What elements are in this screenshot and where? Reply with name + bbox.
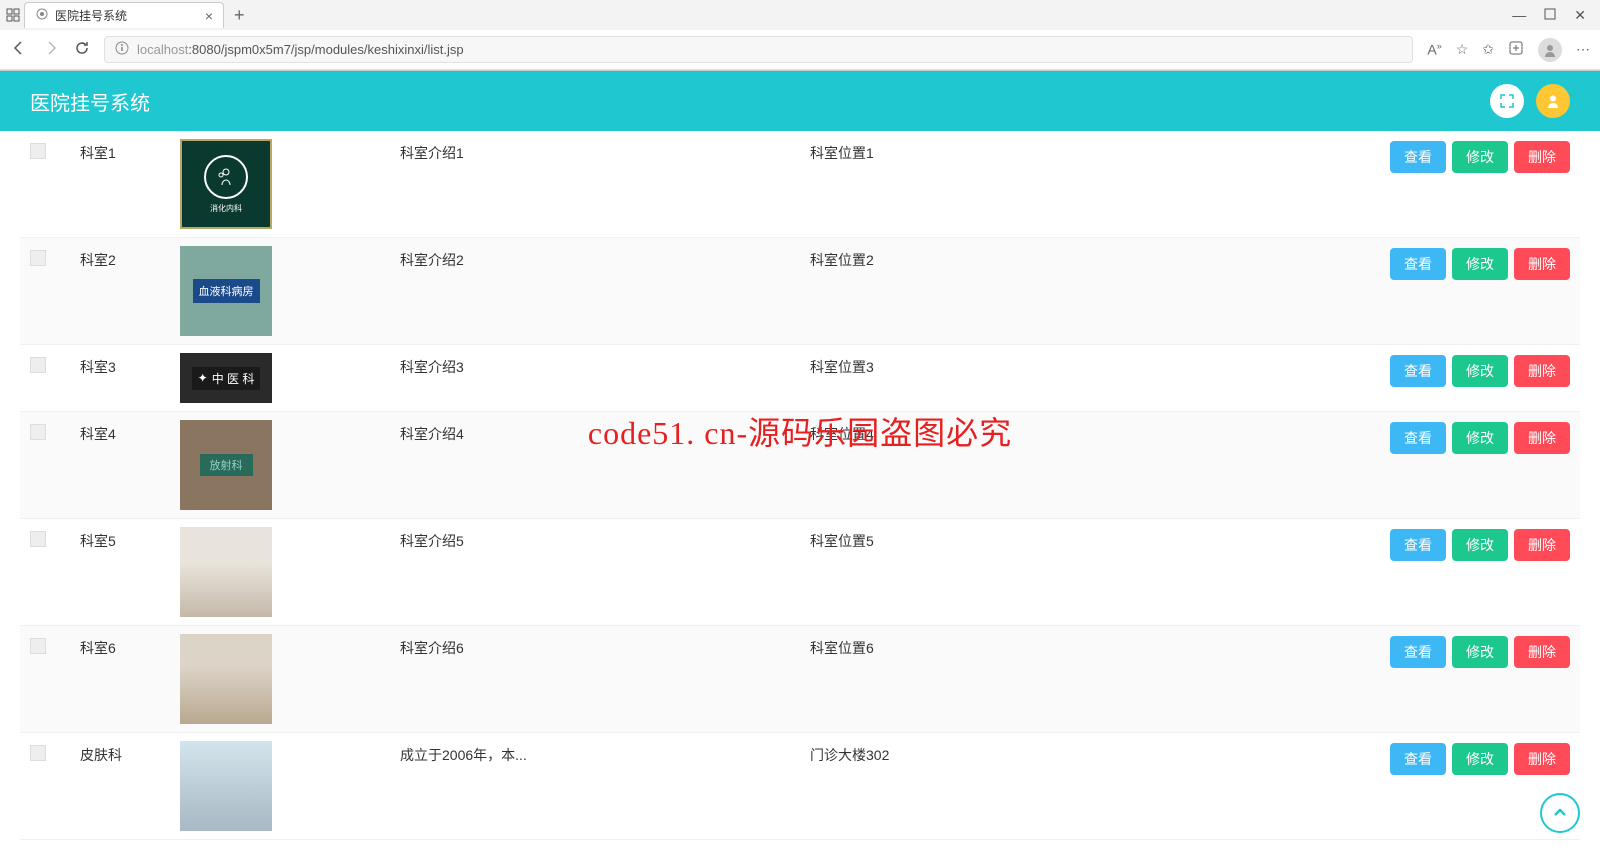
dept-location: 门诊大楼302 xyxy=(810,741,1200,765)
url-path: :8080/jspm0x5m7/jsp/modules/keshixinxi/l… xyxy=(188,42,463,57)
more-icon[interactable]: ⋯ xyxy=(1576,41,1590,58)
edit-button[interactable]: 修改 xyxy=(1452,248,1508,280)
browser-chrome: 医院挂号系统 × + — ✕ localhost:8080/jspm0x5m7/… xyxy=(0,0,1600,71)
dept-name: 科室5 xyxy=(80,527,180,551)
favorites-bar-icon[interactable]: ✩ xyxy=(1482,41,1494,58)
url-right-icons: A» ☆ ✩ ⋯ xyxy=(1427,38,1590,62)
maximize-icon[interactable] xyxy=(1544,7,1556,24)
user-menu-button[interactable] xyxy=(1536,84,1570,118)
view-button[interactable]: 查看 xyxy=(1390,422,1446,454)
browser-tab-bar: 医院挂号系统 × + — ✕ xyxy=(0,0,1600,30)
dept-location: 科室位置6 xyxy=(810,634,1200,658)
table-row: 科室3 ✦中 医 科 科室介绍3 科室位置3 查看 修改 删除 xyxy=(20,345,1580,412)
view-button[interactable]: 查看 xyxy=(1390,141,1446,173)
dept-thumbnail xyxy=(180,741,272,831)
table-row: 科室6 科室介绍6 科室位置6 查看 修改 删除 xyxy=(20,626,1580,733)
row-checkbox[interactable] xyxy=(30,531,46,547)
delete-button[interactable]: 删除 xyxy=(1514,743,1570,775)
new-tab-button[interactable]: + xyxy=(226,5,253,26)
row-checkbox[interactable] xyxy=(30,745,46,761)
tab-title: 医院挂号系统 xyxy=(55,7,127,24)
dept-intro: 科室介绍2 xyxy=(400,246,810,270)
close-icon[interactable]: × xyxy=(205,8,213,24)
dept-intro: 科室介绍4 xyxy=(400,420,810,444)
edit-button[interactable]: 修改 xyxy=(1452,743,1508,775)
dept-name: 科室6 xyxy=(80,634,180,658)
edit-button[interactable]: 修改 xyxy=(1452,529,1508,561)
collections-icon[interactable] xyxy=(1508,40,1524,59)
edit-button[interactable]: 修改 xyxy=(1452,141,1508,173)
view-button[interactable]: 查看 xyxy=(1390,248,1446,280)
app-header: 医院挂号系统 xyxy=(0,71,1600,131)
row-checkbox[interactable] xyxy=(30,638,46,654)
url-input[interactable]: localhost:8080/jspm0x5m7/jsp/modules/kes… xyxy=(104,36,1413,63)
browser-tab[interactable]: 医院挂号系统 × xyxy=(24,2,224,28)
forward-icon xyxy=(42,39,60,60)
dept-location: 科室位置2 xyxy=(810,246,1200,270)
profile-icon[interactable] xyxy=(1538,38,1562,62)
edit-button[interactable]: 修改 xyxy=(1452,422,1508,454)
delete-button[interactable]: 删除 xyxy=(1514,355,1570,387)
tab-overview-icon[interactable] xyxy=(4,6,22,24)
site-info-icon[interactable] xyxy=(115,41,129,58)
table-row: 科室5 科室介绍5 科室位置5 查看 修改 删除 xyxy=(20,519,1580,626)
view-button[interactable]: 查看 xyxy=(1390,355,1446,387)
row-checkbox[interactable] xyxy=(30,143,46,159)
favorite-icon[interactable]: ☆ xyxy=(1456,41,1469,58)
app-title: 医院挂号系统 xyxy=(30,87,150,116)
browser-url-bar: localhost:8080/jspm0x5m7/jsp/modules/kes… xyxy=(0,30,1600,70)
edit-button[interactable]: 修改 xyxy=(1452,636,1508,668)
delete-button[interactable]: 删除 xyxy=(1514,248,1570,280)
dept-name: 科室4 xyxy=(80,420,180,444)
table-row: 科室2 血液科病房 科室介绍2 科室位置2 查看 修改 删除 xyxy=(20,238,1580,345)
view-button[interactable]: 查看 xyxy=(1390,743,1446,775)
dept-name: 皮肤科 xyxy=(80,741,180,765)
read-aloud-icon[interactable]: A» xyxy=(1427,41,1441,58)
dept-thumbnail xyxy=(180,634,272,724)
dept-location: 科室位置4 xyxy=(810,420,1200,444)
fullscreen-button[interactable] xyxy=(1490,84,1524,118)
dept-intro: 科室介绍3 xyxy=(400,353,810,377)
refresh-icon[interactable] xyxy=(74,40,90,59)
delete-button[interactable]: 删除 xyxy=(1514,529,1570,561)
delete-button[interactable]: 删除 xyxy=(1514,636,1570,668)
delete-button[interactable]: 删除 xyxy=(1514,141,1570,173)
row-checkbox[interactable] xyxy=(30,424,46,440)
delete-button[interactable]: 删除 xyxy=(1514,422,1570,454)
dept-thumbnail: 消化内科 xyxy=(180,139,272,229)
table-row: 科室1 消化内科 科室介绍1 科室位置1 查看 修改 删除 xyxy=(20,131,1580,238)
url-host: localhost xyxy=(137,42,188,57)
row-checkbox[interactable] xyxy=(30,357,46,373)
back-icon[interactable] xyxy=(10,39,28,60)
view-button[interactable]: 查看 xyxy=(1390,529,1446,561)
dept-name: 科室1 xyxy=(80,139,180,163)
window-controls: — ✕ xyxy=(1512,7,1596,24)
dept-thumbnail: 血液科病房 xyxy=(180,246,272,336)
tab-site-icon xyxy=(35,7,49,24)
dept-thumbnail: 放射科 xyxy=(180,420,272,510)
dept-location: 科室位置1 xyxy=(810,139,1200,163)
dept-thumbnail xyxy=(180,527,272,617)
edit-button[interactable]: 修改 xyxy=(1452,355,1508,387)
dept-intro: 科室介绍6 xyxy=(400,634,810,658)
dept-location: 科室位置5 xyxy=(810,527,1200,551)
dept-intro: 成立于2006年，本... xyxy=(400,741,810,765)
dept-intro: 科室介绍1 xyxy=(400,139,810,163)
close-window-icon[interactable]: ✕ xyxy=(1574,7,1586,24)
dept-thumbnail: ✦中 医 科 xyxy=(180,353,272,403)
dept-name: 科室2 xyxy=(80,246,180,270)
view-button[interactable]: 查看 xyxy=(1390,636,1446,668)
dept-name: 科室3 xyxy=(80,353,180,377)
table-row: 皮肤科 成立于2006年，本... 门诊大楼302 查看 修改 删除 xyxy=(20,733,1580,840)
department-list: 科室1 消化内科 科室介绍1 科室位置1 查看 修改 删除 科室2 血液科病房 … xyxy=(0,131,1600,840)
dept-intro: 科室介绍5 xyxy=(400,527,810,551)
minimize-icon[interactable]: — xyxy=(1512,7,1526,24)
dept-location: 科室位置3 xyxy=(810,353,1200,377)
table-row: 科室4 放射科 科室介绍4 科室位置4 查看 修改 删除 xyxy=(20,412,1580,519)
scroll-to-top-button[interactable] xyxy=(1540,793,1580,833)
row-checkbox[interactable] xyxy=(30,250,46,266)
